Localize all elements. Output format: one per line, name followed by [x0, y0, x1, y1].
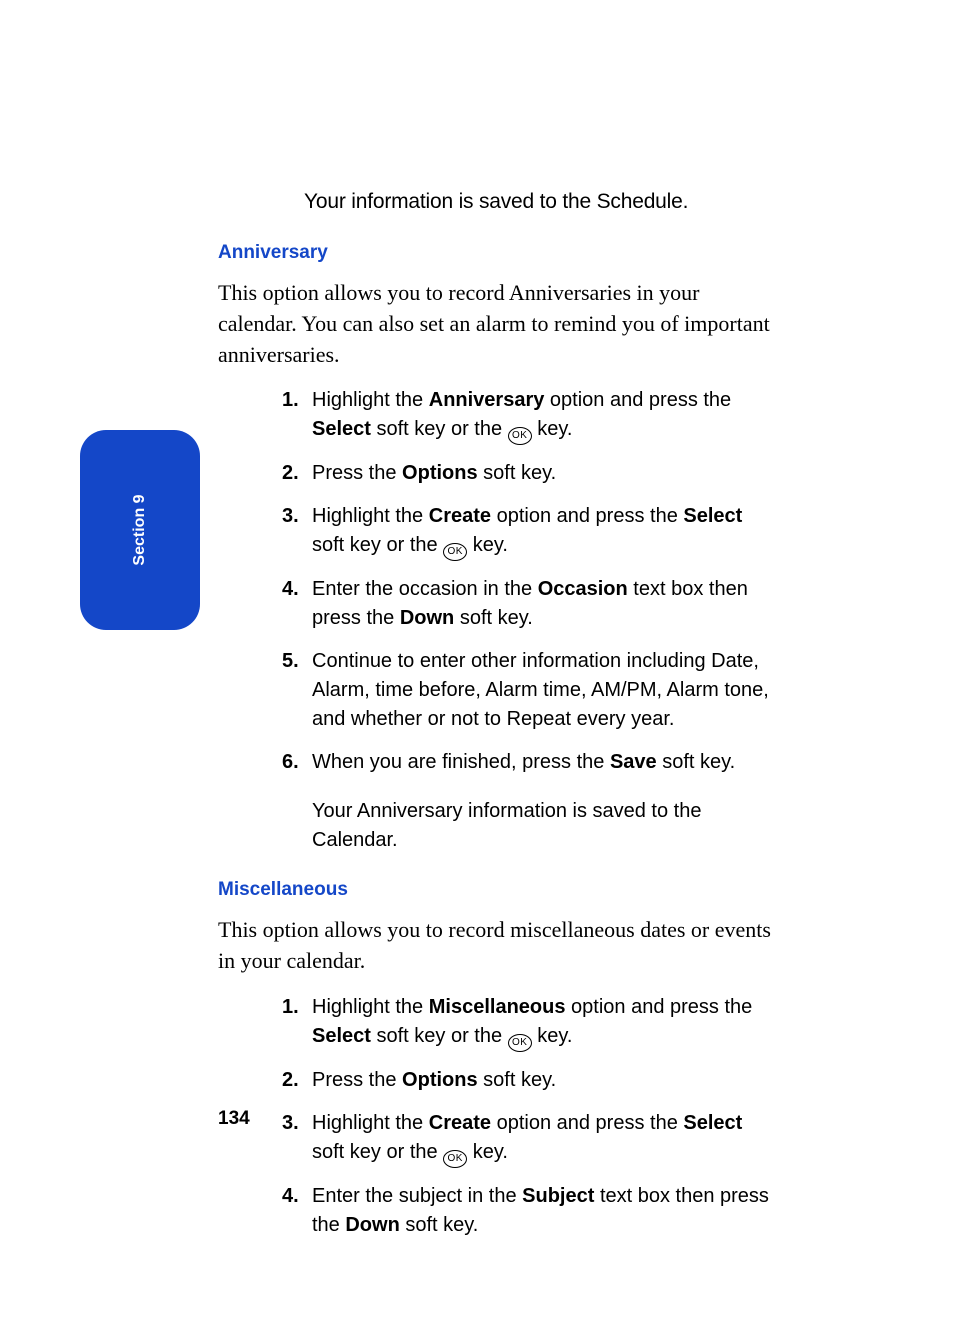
ok-key-icon: OK — [508, 1034, 532, 1052]
trailing-anniversary: Your Anniversary information is saved to… — [312, 797, 778, 873]
ok-key-icon: OK — [443, 543, 467, 561]
page-number: 134 — [218, 1108, 250, 1130]
heading-miscellaneous: Miscellaneous — [218, 879, 778, 901]
step-item: 1.Highlight the Miscellaneous option and… — [282, 993, 778, 1052]
step-item: 6.When you are finished, press the Save … — [282, 748, 778, 777]
step-item: 2.Press the Options soft key. — [282, 459, 778, 488]
ok-key-icon: OK — [508, 427, 532, 445]
desc-anniversary: This option allows you to record Anniver… — [218, 278, 778, 370]
step-number: 3. — [282, 1109, 299, 1138]
step-number: 6. — [282, 748, 299, 777]
heading-anniversary: Anniversary — [218, 242, 778, 264]
desc-miscellaneous: This option allows you to record miscell… — [218, 915, 778, 977]
step-item: 4.Enter the occasion in the Occasion tex… — [282, 575, 778, 633]
steps-anniversary: 1.Highlight the Anniversary option and p… — [218, 386, 778, 777]
step-number: 1. — [282, 993, 299, 1022]
step-item: 2.Press the Options soft key. — [282, 1066, 778, 1095]
page-body: Your information is saved to the Schedul… — [218, 190, 778, 1260]
step-number: 4. — [282, 575, 299, 604]
step-number: 2. — [282, 459, 299, 488]
section-tab: Section 9 — [80, 430, 200, 630]
step-item: 5.Continue to enter other information in… — [282, 647, 778, 734]
step-item: 3.Highlight the Create option and press … — [282, 1109, 778, 1168]
step-number: 3. — [282, 502, 299, 531]
step-item: 4.Enter the subject in the Subject text … — [282, 1182, 778, 1240]
intro-text: Your information is saved to the Schedul… — [304, 190, 778, 214]
steps-miscellaneous: 1.Highlight the Miscellaneous option and… — [218, 993, 778, 1240]
step-number: 4. — [282, 1182, 299, 1211]
step-number: 5. — [282, 647, 299, 676]
step-item: 3.Highlight the Create option and press … — [282, 502, 778, 561]
step-number: 1. — [282, 386, 299, 415]
ok-key-icon: OK — [443, 1150, 467, 1168]
section-tab-label: Section 9 — [131, 494, 149, 565]
step-item: 1.Highlight the Anniversary option and p… — [282, 386, 778, 445]
step-number: 2. — [282, 1066, 299, 1095]
